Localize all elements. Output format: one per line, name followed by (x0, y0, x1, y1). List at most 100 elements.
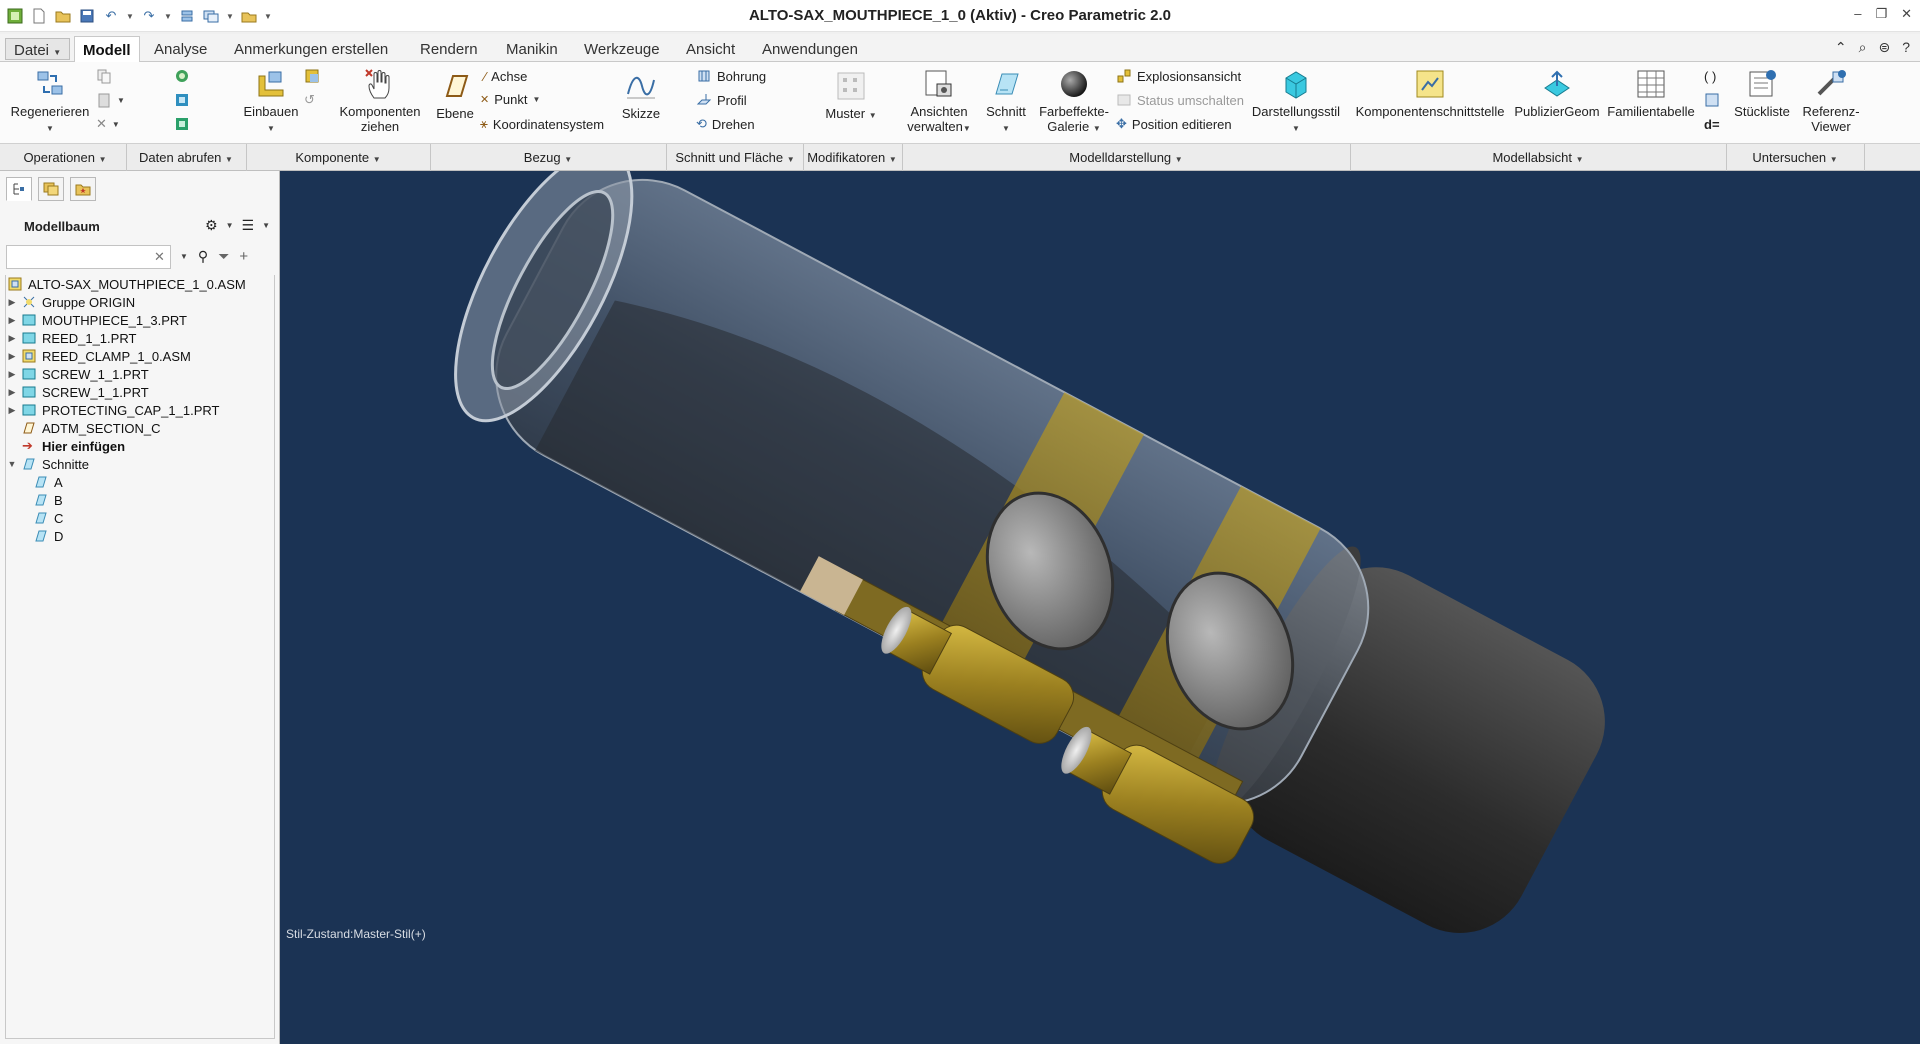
ansichten-verwalten-button[interactable]: Ansichten verwalten▼ (904, 68, 974, 136)
ribbon-group-bar: Operationen ▼ Daten abrufen ▼ Komponente… (0, 144, 1920, 171)
tree-item-screw-1[interactable]: ▶ SCREW_1_1.PRT (6, 365, 274, 383)
collapse-icon[interactable]: ▼ (6, 459, 18, 469)
paste-button[interactable]: ▼ (96, 90, 125, 110)
relations-button[interactable]: ( ) (1704, 66, 1716, 86)
koordinatensystem-button[interactable]: ⚹ Koordinatensystem (480, 114, 604, 134)
expand-icon[interactable]: ▶ (6, 387, 18, 398)
group-untersuchen[interactable]: Untersuchen ▼ (1728, 150, 1862, 165)
group-bezug[interactable]: Bezug ▼ (432, 150, 664, 165)
show-options-dropdown-icon[interactable]: ▼ (262, 221, 270, 230)
tree-settings-dropdown-icon[interactable]: ▼ (226, 221, 234, 230)
restore-icon[interactable]: ❐ (1875, 6, 1887, 22)
tree-item-section-d[interactable]: D (6, 527, 274, 545)
publiziergeom-button[interactable]: PublizierGeom (1512, 68, 1602, 119)
tree-item-reed[interactable]: ▶ REED_1_1.PRT (6, 329, 274, 347)
tab-datei[interactable]: Datei ▼ (5, 38, 71, 60)
shrinkwrap-button[interactable] (174, 114, 190, 134)
muster-button[interactable]: Muster ▼ (816, 70, 886, 123)
profil-button[interactable]: Profil (696, 90, 747, 110)
tab-favorites[interactable] (70, 177, 96, 201)
tree-item-schnitte[interactable]: ▼ Schnitte (6, 455, 274, 473)
create-component-button[interactable] (304, 66, 320, 86)
tab-ansicht[interactable]: Ansicht (678, 36, 743, 62)
tree-item-mouthpiece[interactable]: ▶ MOUTHPIECE_1_3.PRT (6, 311, 274, 329)
drehen-button[interactable]: ⟲ Drehen (696, 114, 755, 134)
search-icon[interactable]: ⌕ (1859, 39, 1867, 56)
tab-werkzeuge[interactable]: Werkzeuge (576, 36, 668, 62)
tree-item-reed-clamp[interactable]: ▶ REED_CLAMP_1_0.ASM (6, 347, 274, 365)
tree-settings-icon[interactable]: ⚙ (205, 217, 218, 234)
tree-item-screw-2[interactable]: ▶ SCREW_1_1.PRT (6, 383, 274, 401)
model-view[interactable] (280, 171, 1920, 1044)
help-icon[interactable]: ? (1902, 39, 1910, 56)
darstellungsstil-button[interactable]: Darstellungsstil ▼ (1248, 68, 1344, 136)
status-umschalten-button[interactable]: Status umschalten (1116, 90, 1244, 110)
ebene-button[interactable]: Ebene (432, 70, 478, 121)
tab-anwendungen[interactable]: Anwendungen (754, 36, 866, 62)
punkt-button[interactable]: ✕ Punkt ▼ (480, 89, 540, 109)
skizze-button[interactable]: Skizze (616, 70, 666, 121)
search-dropdown-icon[interactable]: ▼ (180, 252, 188, 261)
stueckliste-button[interactable]: Stückliste (1730, 68, 1794, 119)
user-defined-feature-button[interactable] (174, 66, 190, 86)
group-daten-abrufen[interactable]: Daten abrufen ▼ (128, 150, 244, 165)
tree-item-protecting-cap[interactable]: ▶ PROTECTING_CAP_1_1.PRT (6, 401, 274, 419)
clear-search-icon[interactable]: ✕ (154, 249, 165, 265)
komponenten-ziehen-button[interactable]: Komponenten ziehen (338, 68, 422, 134)
find-icon[interactable]: ⚲ (198, 248, 208, 265)
tree-item-section-a[interactable]: A (6, 473, 274, 491)
tab-modell[interactable]: Modell (74, 36, 140, 64)
tab-anmerkungen[interactable]: Anmerkungen erstellen (226, 36, 396, 62)
expand-icon[interactable]: ▶ (6, 369, 18, 380)
collapse-ribbon-icon[interactable]: ⌃ (1835, 39, 1847, 56)
filter-icon[interactable]: ⏷ (218, 248, 229, 265)
tab-manikin[interactable]: Manikin (498, 36, 566, 62)
expand-icon[interactable]: ▶ (6, 351, 18, 362)
tree-search-input[interactable] (6, 245, 171, 269)
expand-icon[interactable]: ▶ (6, 297, 18, 308)
close-icon[interactable]: ✕ (1901, 6, 1912, 22)
tab-analyse[interactable]: Analyse (146, 36, 215, 62)
expand-icon[interactable]: ▶ (6, 315, 18, 326)
minimize-icon[interactable]: – (1854, 6, 1861, 22)
group-modellabsicht[interactable]: Modellabsicht ▼ (1352, 150, 1724, 165)
explosionsansicht-button[interactable]: Explosionsansicht (1116, 66, 1241, 86)
group-komponente[interactable]: Komponente ▼ (248, 150, 428, 165)
expand-icon[interactable]: ▶ (6, 405, 18, 416)
group-schnitt-flaeche[interactable]: Schnitt und Fläche ▼ (668, 150, 802, 165)
position-editieren-button[interactable]: ✥ Position editieren (1116, 114, 1232, 134)
graphics-window[interactable]: Stil-Zustand:Master-Stil(+) (280, 171, 1920, 1044)
einbauen-button[interactable]: Einbauen ▼ (240, 68, 302, 136)
drag-components-icon (365, 69, 390, 99)
tree-item-section-b[interactable]: B (6, 491, 274, 509)
copy-geometry-button[interactable] (174, 90, 190, 110)
tab-folder-browser[interactable] (38, 177, 64, 201)
community-icon[interactable]: ⊜ (1878, 39, 1890, 56)
show-options-icon[interactable]: ☰ (242, 217, 255, 234)
schnitt-button[interactable]: Schnitt ▼ (982, 68, 1030, 136)
referenz-viewer-button[interactable]: Referenz- Viewer (1796, 68, 1866, 134)
parameters-button[interactable] (1704, 90, 1720, 110)
farbeffekte-galerie-button[interactable]: Farbeffekte- Galerie ▼ (1036, 68, 1112, 136)
komponentenschnittstelle-button[interactable]: Komponentenschnittstelle (1354, 68, 1506, 119)
group-operationen[interactable]: Operationen ▼ (6, 150, 124, 165)
repeat-button[interactable]: ↺ (304, 90, 315, 110)
add-column-icon[interactable]: + (239, 248, 248, 265)
regenerieren-button[interactable]: Regenerieren ▼ (10, 68, 90, 136)
tree-item-section-c[interactable]: C (6, 509, 274, 527)
group-modifikatoren[interactable]: Modifikatoren ▼ (804, 150, 900, 165)
expand-icon[interactable]: ▶ (6, 333, 18, 344)
switch-dimensions-button[interactable]: d= (1704, 114, 1720, 134)
familientabelle-button[interactable]: Familientabelle (1604, 68, 1698, 119)
tab-rendern[interactable]: Rendern (412, 36, 486, 62)
tree-item-assembly[interactable]: ALTO-SAX_MOUTHPIECE_1_0.ASM (6, 275, 274, 293)
delete-button[interactable]: ✕ ▼ (96, 114, 120, 134)
group-modelldarstellung[interactable]: Modelldarstellung ▼ (904, 150, 1348, 165)
copy-button[interactable] (96, 66, 112, 86)
tab-model-tree[interactable] (6, 177, 32, 201)
achse-button[interactable]: ⁄ Achse (484, 66, 527, 86)
tree-item-insert-here[interactable]: ➔ Hier einfügen (6, 437, 274, 455)
bohrung-button[interactable]: Bohrung (696, 66, 766, 86)
tree-item-adtm-section[interactable]: ADTM_SECTION_C (6, 419, 274, 437)
tree-item-gruppe-origin[interactable]: ▶ Gruppe ORIGIN (6, 293, 274, 311)
